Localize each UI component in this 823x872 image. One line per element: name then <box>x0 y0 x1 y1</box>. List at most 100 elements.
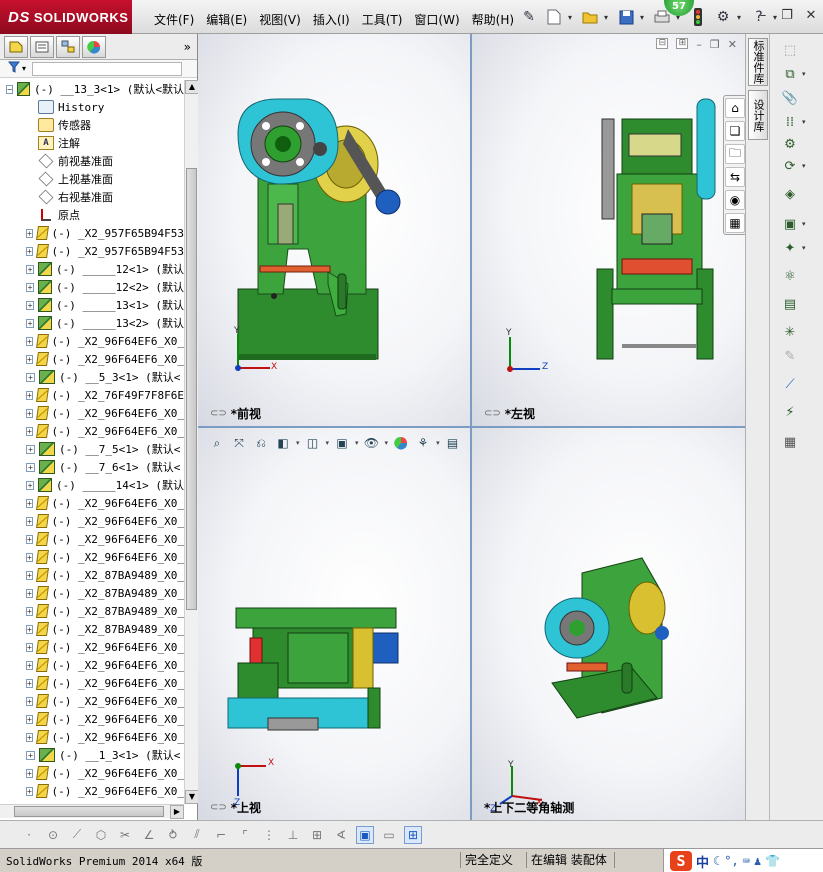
point-icon[interactable]: · <box>20 826 38 844</box>
menu-file[interactable]: 文件(F) <box>148 9 200 30</box>
display-style-dropdown-icon[interactable]: ▾ <box>355 439 359 447</box>
rb-dropdown-icon[interactable]: ▾ <box>802 70 806 78</box>
file-explorer-icon[interactable]: 🗀 <box>725 144 745 164</box>
tree-component-row[interactable]: + (-) _X2_96F64EF6_X0_ <box>0 674 184 692</box>
more-tabs-icon[interactable]: » <box>184 40 191 54</box>
angle-icon[interactable]: ∢ <box>332 826 350 844</box>
tree-component-row[interactable]: + (-) _____14<1> (默认 <box>0 476 184 494</box>
tree-item[interactable]: 前视基准面 <box>0 152 184 170</box>
tree-component-row[interactable]: + (-) _X2_96F64EF6_X0_ <box>0 764 184 782</box>
options-dropdown-icon[interactable]: ▾ <box>737 13 745 22</box>
link-views-icon[interactable]: ⊂⊃ <box>210 802 227 813</box>
expand-icon[interactable]: + <box>26 606 33 616</box>
smart-fasteners-icon[interactable]: ⚙ <box>780 134 800 154</box>
scroll-up-icon[interactable]: ▲ <box>185 80 199 94</box>
expand-icon[interactable]: + <box>26 336 33 346</box>
resources-icon[interactable]: ❏ <box>725 121 745 141</box>
viewport-close-icon[interactable]: ✕ <box>728 38 737 51</box>
offset-icon[interactable]: ⥁ <box>164 826 182 844</box>
viewport-left[interactable]: ⊟ ⊞ – ❐ ✕ Y Z ⊂⊃ *左视 <box>472 34 745 426</box>
centerline-icon[interactable]: ⋮ <box>260 826 278 844</box>
tree-component-row[interactable]: + (-) _X2_96F64EF6_X0_ <box>0 692 184 710</box>
expand-icon[interactable]: + <box>26 480 35 490</box>
dimension-icon[interactable]: ⊥ <box>284 826 302 844</box>
tree-item[interactable]: 传感器 <box>0 116 184 134</box>
tree-scroll-thumb[interactable] <box>186 168 197 610</box>
close-icon[interactable]: ✕ <box>803 8 819 23</box>
filter-dropdown-icon[interactable]: ▾ <box>22 64 26 73</box>
user-icon[interactable]: ♟ <box>754 854 761 868</box>
appearances-icon[interactable]: ◉ <box>725 190 745 210</box>
skin-icon[interactable]: 👕 <box>765 854 780 868</box>
tree-component-row[interactable]: + (-) _____12<1> (默认 <box>0 260 184 278</box>
expand-icon[interactable]: + <box>26 534 33 544</box>
corner-rectangle-icon[interactable]: ⌜ <box>236 826 254 844</box>
sogou-ime-icon[interactable]: S <box>670 851 692 871</box>
restore-icon[interactable]: ❐ <box>779 8 795 23</box>
tree-item[interactable]: 原点 <box>0 206 184 224</box>
filter-icon[interactable] <box>7 61 21 76</box>
shaded-display-icon[interactable]: ▣ <box>356 825 374 844</box>
menu-view[interactable]: 视图(V) <box>253 9 307 30</box>
ime-language[interactable]: 中 <box>696 852 709 871</box>
four-view-icon[interactable]: ⊞ <box>404 825 422 844</box>
instant3d-icon[interactable]: ▦ <box>780 432 800 452</box>
expand-icon[interactable]: + <box>26 660 33 670</box>
moon-icon[interactable]: ☾ <box>713 854 720 868</box>
clearance-verification-icon[interactable]: ⚡ <box>780 402 800 422</box>
tree-component-row[interactable]: + (-) __7_5<1> (默认< <box>0 440 184 458</box>
tree-component-row[interactable]: + (-) __7_6<1> (默认< <box>0 458 184 476</box>
circle-icon[interactable]: ⊙ <box>44 826 62 844</box>
tree-item[interactable]: History <box>0 98 184 116</box>
scroll-right-icon[interactable]: ▶ <box>170 805 184 819</box>
tree-item[interactable]: A 注解 <box>0 134 184 152</box>
expand-icon[interactable]: + <box>26 624 33 634</box>
expand-icon[interactable]: + <box>26 318 35 328</box>
section-dropdown-icon[interactable]: ▾ <box>296 439 300 447</box>
minimize-icon[interactable]: – <box>755 8 771 23</box>
save-icon[interactable] <box>615 6 637 28</box>
line-icon[interactable]: ⟋ <box>68 826 86 844</box>
expand-icon[interactable]: + <box>26 588 33 598</box>
expand-icon[interactable]: + <box>26 354 33 364</box>
pin-icon[interactable]: ✎ <box>518 6 540 28</box>
open-dropdown-icon[interactable]: ▾ <box>604 13 612 22</box>
expand-icon[interactable]: + <box>26 516 33 526</box>
tree-component-row[interactable]: + (-) __1_3<1> (默认< <box>0 746 184 764</box>
tree-component-row[interactable]: + (-) _X2_96F64EF6_X0_ <box>0 728 184 746</box>
link-views-icon[interactable]: ⊂⊃ <box>210 408 227 419</box>
tree-hscroll-thumb[interactable] <box>14 806 164 817</box>
viewport-restore-icon[interactable]: ❐ <box>710 38 720 51</box>
expand-icon[interactable]: + <box>26 678 33 688</box>
view-orientation-icon[interactable]: ◫ <box>304 434 322 452</box>
tree-item[interactable]: 右视基准面 <box>0 188 184 206</box>
orientation-dropdown-icon[interactable]: ▾ <box>326 439 330 447</box>
extend-icon[interactable]: ∠ <box>140 826 158 844</box>
viewport-top[interactable]: X Z ⊂⊃ *上视 <box>198 428 470 820</box>
expand-icon[interactable]: + <box>26 552 33 562</box>
solidworks-logo[interactable]: DS SOLIDWORKS <box>0 0 132 34</box>
apply-scene-icon[interactable]: ⚘ <box>414 434 432 452</box>
menu-help[interactable]: 帮助(H) <box>466 9 520 30</box>
expand-icon[interactable]: + <box>26 282 35 292</box>
link-views-icon[interactable]: ⊂⊃ <box>484 408 501 419</box>
tree-component-row[interactable]: + (-) _X2_96F64EF6_X0_ <box>0 530 184 548</box>
tree-component-row[interactable]: + (-) _X2_96F64EF6_X0_ <box>0 548 184 566</box>
punctuation-icon[interactable]: °, <box>724 854 738 868</box>
mirror-icon[interactable]: ⫽ <box>188 826 206 844</box>
trim-icon[interactable]: ✂ <box>116 826 134 844</box>
tree-component-row[interactable]: + (-) _X2_96F64EF6_X0_ <box>0 710 184 728</box>
menu-insert[interactable]: 插入(I) <box>307 9 356 30</box>
mate-icon[interactable]: ⧉ <box>780 64 800 84</box>
expand-icon[interactable]: + <box>26 390 33 400</box>
expand-icon[interactable]: + <box>26 228 33 238</box>
expand-icon[interactable]: + <box>26 732 33 742</box>
custom-properties-icon[interactable]: ▦ <box>725 213 745 233</box>
tree-item[interactable]: 上视基准面 <box>0 170 184 188</box>
tree-component-row[interactable]: + (-) _X2_96F64EF6_X0_ <box>0 656 184 674</box>
viewport-minimize-icon[interactable]: – <box>696 38 702 51</box>
tree-vertical-scrollbar[interactable]: ▲ ▼ <box>184 80 199 804</box>
expand-icon[interactable]: + <box>26 570 33 580</box>
previous-view-icon[interactable]: ⎌ <box>252 434 270 452</box>
grid-icon[interactable]: ⊞ <box>308 826 326 844</box>
